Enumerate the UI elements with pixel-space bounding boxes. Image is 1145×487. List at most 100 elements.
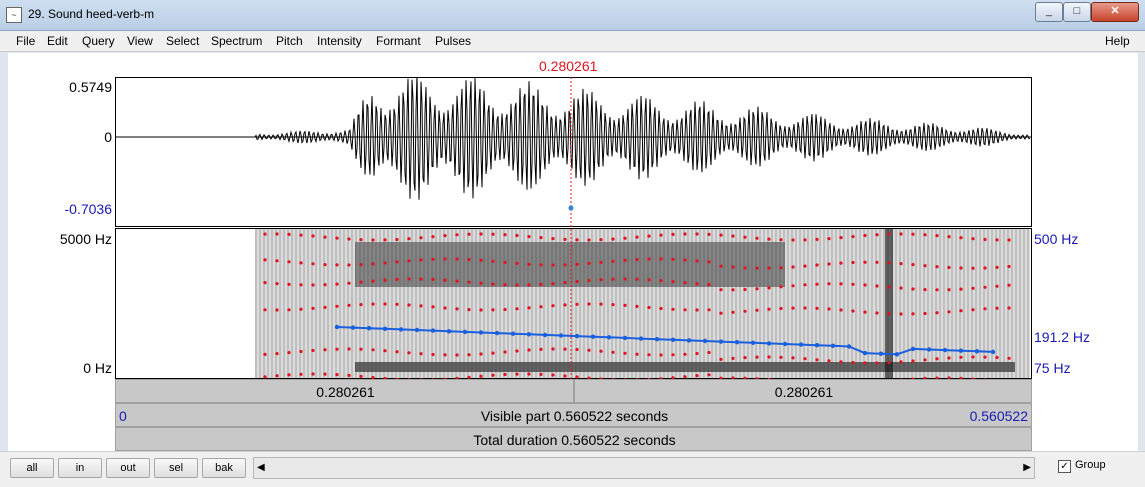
menu-query[interactable]: Query bbox=[82, 34, 115, 48]
formant-point bbox=[623, 259, 626, 262]
signal-display[interactable] bbox=[115, 77, 1032, 379]
formant-point bbox=[779, 238, 782, 241]
formant-point bbox=[491, 374, 494, 377]
formant-point bbox=[467, 353, 470, 356]
formant-point bbox=[587, 262, 590, 265]
minimize-button[interactable]: _ bbox=[1035, 2, 1063, 22]
formant-point bbox=[755, 237, 758, 240]
scroll-right-icon[interactable]: ▶ bbox=[1023, 462, 1031, 473]
menu-pitch[interactable]: Pitch bbox=[276, 34, 303, 48]
formant-point bbox=[971, 308, 974, 311]
formant-point bbox=[683, 232, 686, 235]
zoom-out-button[interactable]: out bbox=[106, 458, 150, 478]
formant-point bbox=[707, 283, 710, 286]
menu-select[interactable]: Select bbox=[166, 34, 199, 48]
formant-point bbox=[527, 235, 530, 238]
zoom-in-button[interactable]: in bbox=[58, 458, 102, 478]
formant-point bbox=[707, 260, 710, 263]
formant-point bbox=[503, 233, 506, 236]
formant-point bbox=[779, 307, 782, 310]
formant-point bbox=[671, 308, 674, 311]
formant-point bbox=[791, 238, 794, 241]
pitch-point bbox=[447, 329, 451, 333]
menu-formant[interactable]: Formant bbox=[376, 34, 421, 48]
formant-point bbox=[443, 306, 446, 309]
formant-point bbox=[491, 308, 494, 311]
formant-point bbox=[851, 361, 854, 364]
formant-point bbox=[431, 258, 434, 261]
spectrogram-min-freq-label: 0 Hz bbox=[38, 360, 112, 376]
menu-pulses[interactable]: Pulses bbox=[435, 34, 471, 48]
formant-point bbox=[503, 261, 506, 264]
close-button[interactable]: ✕ bbox=[1091, 2, 1139, 22]
formant-point bbox=[587, 238, 590, 241]
formant-point bbox=[395, 278, 398, 281]
zoom-all-button[interactable]: all bbox=[10, 458, 54, 478]
formant-point bbox=[287, 233, 290, 236]
zoom-selection-button[interactable]: sel bbox=[154, 458, 198, 478]
formant-point bbox=[731, 288, 734, 291]
menu-view[interactable]: View bbox=[127, 34, 153, 48]
formant-point bbox=[959, 288, 962, 291]
group-checkbox[interactable]: ✓ bbox=[1058, 460, 1071, 473]
formant-point bbox=[995, 307, 998, 310]
menu-file[interactable]: File bbox=[16, 34, 35, 48]
formant-point bbox=[479, 282, 482, 285]
formant-point bbox=[359, 375, 362, 378]
formant-point bbox=[299, 283, 302, 286]
formant-point bbox=[851, 261, 854, 264]
formant-point bbox=[563, 348, 566, 351]
zoom-back-button[interactable]: bak bbox=[202, 458, 246, 478]
formant-point bbox=[995, 356, 998, 359]
formant-point bbox=[971, 237, 974, 240]
formant-point bbox=[611, 260, 614, 263]
formant-point bbox=[383, 261, 386, 264]
total-duration-bar[interactable]: Total duration 0.560522 seconds bbox=[115, 427, 1032, 451]
formant-point bbox=[659, 353, 662, 356]
formant-point bbox=[647, 235, 650, 238]
formant-point bbox=[383, 238, 386, 241]
formant-point bbox=[371, 303, 374, 306]
formant-point bbox=[491, 260, 494, 263]
formant-point bbox=[695, 282, 698, 285]
horizontal-scrollbar[interactable]: ◀ ▶ bbox=[253, 457, 1035, 479]
formant-point bbox=[575, 348, 578, 351]
menu-help[interactable]: Help bbox=[1105, 34, 1130, 48]
formant-point bbox=[575, 238, 578, 241]
formant-point bbox=[683, 258, 686, 261]
segment-right[interactable]: 0.280261 bbox=[574, 379, 1032, 403]
formant-point bbox=[335, 305, 338, 308]
formant-point bbox=[935, 234, 938, 237]
pitch-point bbox=[671, 338, 675, 342]
formant-point bbox=[899, 360, 902, 363]
segment-left[interactable]: 0.280261 bbox=[115, 379, 574, 403]
formant-point bbox=[923, 264, 926, 267]
formant-point bbox=[659, 307, 662, 310]
formant-point bbox=[623, 352, 626, 355]
menu-intensity[interactable]: Intensity bbox=[317, 34, 362, 48]
formant-point bbox=[575, 303, 578, 306]
pitch-point bbox=[415, 328, 419, 332]
formant-point bbox=[959, 266, 962, 269]
formant-point bbox=[935, 357, 938, 360]
scroll-left-icon[interactable]: ◀ bbox=[257, 462, 265, 473]
maximize-button[interactable]: □ bbox=[1063, 2, 1091, 22]
visible-part-bar[interactable]: 0 Visible part 0.560522 seconds 0.560522 bbox=[115, 403, 1032, 427]
formant-point bbox=[767, 286, 770, 289]
formant-point bbox=[479, 308, 482, 311]
formant-point bbox=[923, 312, 926, 315]
pitch-point bbox=[495, 331, 499, 335]
formant-point bbox=[467, 281, 470, 284]
formant-point bbox=[503, 350, 506, 353]
menu-edit[interactable]: Edit bbox=[47, 34, 68, 48]
formant-point bbox=[539, 305, 542, 308]
title-bar: ~ 29. Sound heed-verb-m _ □ ✕ bbox=[0, 0, 1145, 31]
pitch-point bbox=[383, 327, 387, 331]
formant-point bbox=[419, 236, 422, 239]
menu-spectrum[interactable]: Spectrum bbox=[211, 34, 262, 48]
formant-point bbox=[683, 281, 686, 284]
pitch-point bbox=[703, 339, 707, 343]
formant-point bbox=[791, 356, 794, 359]
menu-bar: File Edit Query View Select Spectrum Pit… bbox=[0, 31, 1145, 52]
formant-point bbox=[563, 238, 566, 241]
